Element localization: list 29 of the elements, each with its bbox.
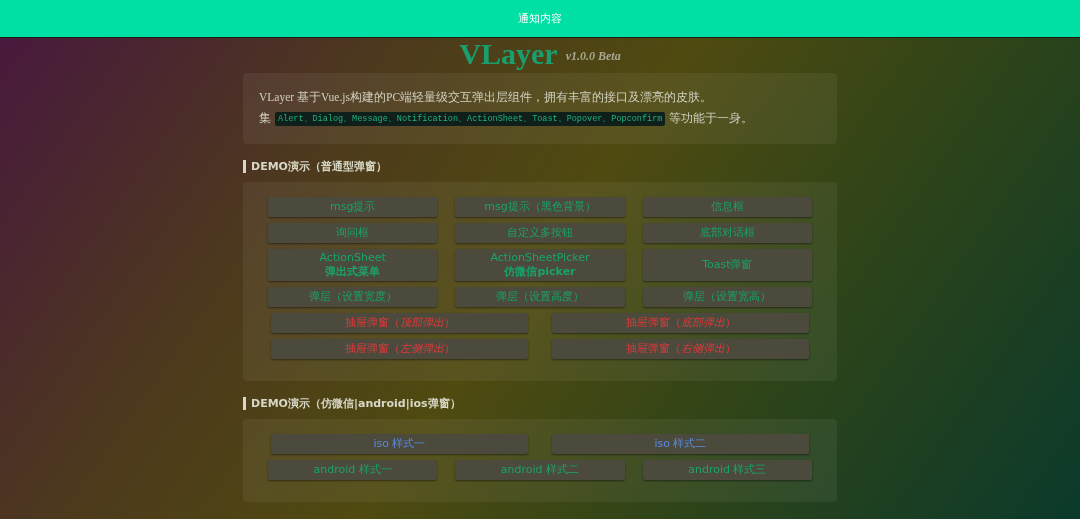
demo-button[interactable]: 询问框 (268, 222, 438, 243)
inline-code: Alert、Dialog、Message、Notification、ActionSheet、Toast、Popover、Popconfirm (275, 111, 666, 127)
section-heading: DEMO演示（仿微信|android|ios弹窗） (243, 396, 461, 410)
demo-button[interactable]: android 样式二 (455, 459, 625, 480)
demo-button[interactable]: ActionSheet 弹出式菜单 (268, 248, 438, 281)
demo-button[interactable]: 弹层（设置宽度） (268, 286, 438, 307)
section-heading: DEMO演示（普通型弹窗） (243, 159, 387, 173)
demo-button[interactable]: 抽屉弹窗（底部弹出） (552, 312, 809, 333)
demo-button[interactable]: Toast弹窗 (642, 248, 812, 281)
demo-button[interactable]: 信息框 (642, 196, 812, 217)
demo-button[interactable]: ActionSheetPicker 仿微信picker (455, 248, 625, 281)
demo-button[interactable]: android 样式一 (268, 459, 438, 480)
demo-button[interactable]: 抽屉弹窗（右侧弹出） (552, 338, 809, 359)
demo-button[interactable]: 弹层（设置高度） (455, 286, 625, 307)
logo-title: VLayer (459, 39, 558, 69)
demo-button[interactable]: iso 样式一 (271, 433, 528, 454)
demo-button[interactable]: 抽屉弹窗（顶部弹出） (271, 312, 528, 333)
demo-button[interactable]: 抽屉弹窗（左侧弹出） (271, 338, 528, 359)
demo-button[interactable]: 底部对话框 (642, 222, 812, 243)
demo-button[interactable]: msg提示 (268, 196, 438, 217)
intro-text: 集 (259, 111, 271, 127)
version-label: v1.0.0 Beta (565, 48, 621, 65)
demo-button[interactable]: 弹层（设置宽高） (642, 286, 812, 307)
notification-text: 通知内容 (518, 11, 562, 27)
demo-button[interactable]: iso 样式二 (552, 433, 809, 454)
demo-button[interactable]: msg提示（黑色背景） (455, 196, 625, 217)
intro-text: VLayer 基于Vue.js构建的PC端轻量级交互弹出层组件，拥有丰富的接口及漂亮的皮肤。 (259, 90, 714, 106)
demo-button[interactable]: 自定义多按钮 (455, 222, 625, 243)
intro-text: 等功能于一身。 (669, 111, 754, 127)
